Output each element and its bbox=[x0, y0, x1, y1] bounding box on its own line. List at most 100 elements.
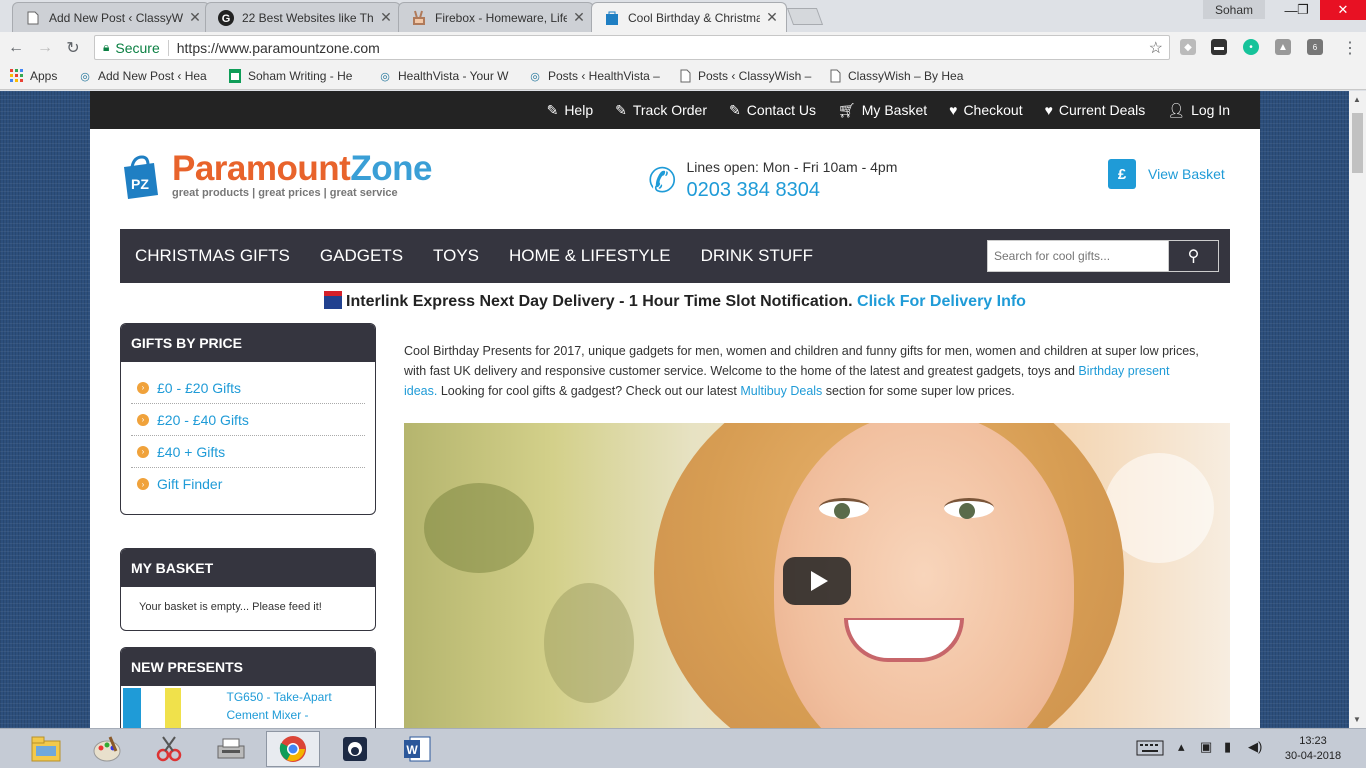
promo-video[interactable] bbox=[404, 423, 1230, 728]
tab-title: 22 Best Websites like Thi bbox=[242, 10, 374, 25]
cement-mixer-toy-image[interactable] bbox=[123, 688, 221, 728]
search-button[interactable]: ⚲ bbox=[1169, 240, 1219, 272]
badge-extension-icon[interactable]: 6 bbox=[1307, 39, 1323, 55]
page-scrollbar[interactable]: ▲ ▼ bbox=[1349, 91, 1366, 728]
scanner-icon[interactable] bbox=[204, 731, 258, 767]
save-extension-icon[interactable]: ▲ bbox=[1275, 39, 1291, 55]
bullet-icon: › bbox=[137, 381, 149, 394]
basket-pound-icon: £ bbox=[1108, 159, 1136, 189]
bookmark-apps[interactable]: Apps bbox=[10, 67, 57, 85]
tab-title: Cool Birthday & Christma bbox=[628, 10, 760, 25]
wordpress-icon: ◎ bbox=[80, 70, 90, 83]
nav-home-lifestyle[interactable]: HOME & LIFESTYLE bbox=[509, 246, 671, 266]
nav-christmas-gifts[interactable]: CHRISTMAS GIFTS bbox=[135, 246, 290, 266]
browser-tab-2[interactable]: G 22 Best Websites like Thi ✕ bbox=[205, 2, 401, 32]
search-input[interactable] bbox=[987, 240, 1169, 272]
gift-finder-link[interactable]: › Gift Finder bbox=[131, 468, 365, 500]
page-icon bbox=[828, 69, 842, 83]
price-filter-item[interactable]: › £40 + Gifts bbox=[131, 436, 365, 468]
play-button-icon[interactable] bbox=[783, 557, 851, 605]
scroll-up-icon[interactable]: ▲ bbox=[1353, 95, 1361, 104]
help-link[interactable]: ✎ Help bbox=[547, 102, 594, 119]
bookmark-item[interactable]: Posts ‹ ClassyWish – bbox=[678, 67, 811, 85]
profile-button[interactable]: Soham bbox=[1203, 0, 1265, 19]
browser-tab-4-active[interactable]: Cool Birthday & Christma ✕ bbox=[591, 2, 787, 32]
bookmark-item[interactable]: ◎ Posts ‹ HealthVista – bbox=[528, 67, 660, 85]
peace-hand-icon bbox=[411, 10, 427, 26]
taskbar-clock[interactable]: 13:23 30-04-2018 bbox=[1278, 734, 1348, 764]
bookmark-item[interactable]: ClassyWish – By Hea bbox=[828, 67, 963, 85]
bookmark-item[interactable]: Soham Writing - He bbox=[228, 67, 352, 85]
app-icon[interactable] bbox=[328, 731, 382, 767]
phone-number[interactable]: 0203 384 8304 bbox=[687, 179, 898, 202]
close-icon[interactable]: ✕ bbox=[378, 9, 394, 26]
view-basket-label: View Basket bbox=[1148, 166, 1225, 182]
window-close-icon[interactable]: ✕ bbox=[1320, 0, 1366, 20]
restore-icon[interactable]: ❐ bbox=[1284, 0, 1322, 20]
delivery-info-link[interactable]: Click For Delivery Info bbox=[857, 293, 1026, 310]
new-tab-button[interactable] bbox=[786, 8, 824, 25]
top-utility-nav: ✎ Help ✎ Track Order ✎ Contact Us 🛒︎ My Bask… bbox=[90, 91, 1260, 129]
back-icon[interactable]: ← bbox=[6, 38, 26, 58]
logo-text-paramount: Paramount bbox=[172, 149, 351, 188]
file-explorer-icon[interactable] bbox=[19, 731, 73, 767]
nav-toys[interactable]: TOYS bbox=[433, 246, 479, 266]
paramountzone-bag-icon bbox=[604, 10, 620, 26]
browser-tab-1[interactable]: Add New Post ‹ ClassyWi ✕ bbox=[12, 2, 210, 32]
close-icon[interactable]: ✕ bbox=[764, 9, 780, 26]
phone-icon: ✆ bbox=[648, 161, 677, 200]
forward-icon[interactable]: → bbox=[35, 38, 55, 58]
view-basket-link[interactable]: £ View Basket bbox=[1108, 159, 1225, 189]
site-search: ⚲ bbox=[987, 240, 1219, 272]
bookmark-label: HealthVista - Your W bbox=[398, 69, 509, 83]
shield-extension-icon[interactable]: ◆ bbox=[1180, 39, 1196, 55]
checkout-link[interactable]: ♥ Checkout bbox=[949, 102, 1022, 118]
browser-tab-3[interactable]: Firebox - Homeware, Life ✕ bbox=[398, 2, 594, 32]
snipping-tool-icon[interactable] bbox=[142, 731, 196, 767]
price-filter-item[interactable]: › £0 - £20 Gifts bbox=[131, 372, 365, 404]
sheets-icon bbox=[228, 69, 242, 83]
site-container: ✎ Help ✎ Track Order ✎ Contact Us 🛒︎ My Bask… bbox=[90, 91, 1260, 728]
scrollbar-thumb[interactable] bbox=[1352, 113, 1363, 173]
scroll-down-icon[interactable]: ▼ bbox=[1353, 715, 1361, 724]
my-basket-link[interactable]: 🛒︎ My Basket bbox=[838, 102, 927, 119]
contact-us-link[interactable]: ✎ Contact Us bbox=[729, 102, 816, 119]
menu-kebab-icon[interactable]: ⋮ bbox=[1340, 38, 1360, 58]
edit-icon: ✎ bbox=[546, 101, 559, 118]
touch-keyboard-icon[interactable] bbox=[1136, 740, 1164, 759]
bookmark-star-icon[interactable]: ☆ bbox=[1149, 38, 1163, 58]
bookmark-item[interactable]: ◎ Add New Post ‹ Hea bbox=[78, 67, 207, 85]
network-icon[interactable]: ▣ bbox=[1200, 739, 1212, 755]
reload-icon[interactable]: ↻ bbox=[63, 38, 83, 58]
grammarly-icon[interactable]: • bbox=[1243, 39, 1259, 55]
chrome-icon[interactable] bbox=[266, 731, 320, 767]
multibuy-deals-link[interactable]: Multibuy Deals bbox=[740, 384, 822, 398]
logo-tagline: great products | great prices | great se… bbox=[172, 187, 398, 199]
close-icon[interactable]: ✕ bbox=[187, 9, 203, 26]
close-icon[interactable]: ✕ bbox=[571, 9, 587, 26]
track-order-link[interactable]: ✎ Track Order bbox=[615, 102, 707, 119]
nav-drink-stuff[interactable]: DRINK STUFF bbox=[701, 246, 813, 266]
bookmark-item[interactable]: ◎ HealthVista - Your W bbox=[378, 67, 509, 85]
wordpress-icon: ◎ bbox=[530, 70, 540, 83]
bookmark-label: Apps bbox=[30, 69, 58, 83]
tab-title: Firebox - Homeware, Life bbox=[435, 10, 567, 25]
log-in-link[interactable]: 👤︎ Log In bbox=[1167, 102, 1230, 119]
paint-icon[interactable] bbox=[80, 731, 134, 767]
new-presents-box: NEW PRESENTS TG650 - Take-Apart Cement M… bbox=[120, 647, 376, 728]
battery-icon[interactable]: ▮ bbox=[1224, 739, 1231, 755]
gifts-by-price-heading: GIFTS BY PRICE bbox=[121, 324, 375, 362]
show-hidden-icons-icon[interactable]: ▴ bbox=[1178, 739, 1185, 755]
price-filter-item[interactable]: › £20 - £40 Gifts bbox=[131, 404, 365, 436]
product-title[interactable]: TG650 - Take-Apart Cement Mixer - bbox=[221, 688, 376, 728]
word-icon[interactable]: W bbox=[390, 731, 444, 767]
new-presents-heading: NEW PRESENTS bbox=[121, 648, 375, 686]
volume-icon[interactable]: ◀︎) bbox=[1248, 739, 1262, 755]
current-deals-link[interactable]: ♥ Current Deals bbox=[1045, 102, 1146, 118]
nav-gadgets[interactable]: GADGETS bbox=[320, 246, 403, 266]
address-bar[interactable]: 🔒︎ Secure https://www.paramountzone.com … bbox=[94, 35, 1170, 60]
site-logo[interactable]: PZ ParamountZone great products | great … bbox=[120, 151, 432, 201]
new-present-item[interactable]: TG650 - Take-Apart Cement Mixer - bbox=[121, 686, 375, 728]
keyboard-extension-icon[interactable]: ▬ bbox=[1211, 39, 1227, 55]
bullet-icon: › bbox=[137, 445, 149, 458]
